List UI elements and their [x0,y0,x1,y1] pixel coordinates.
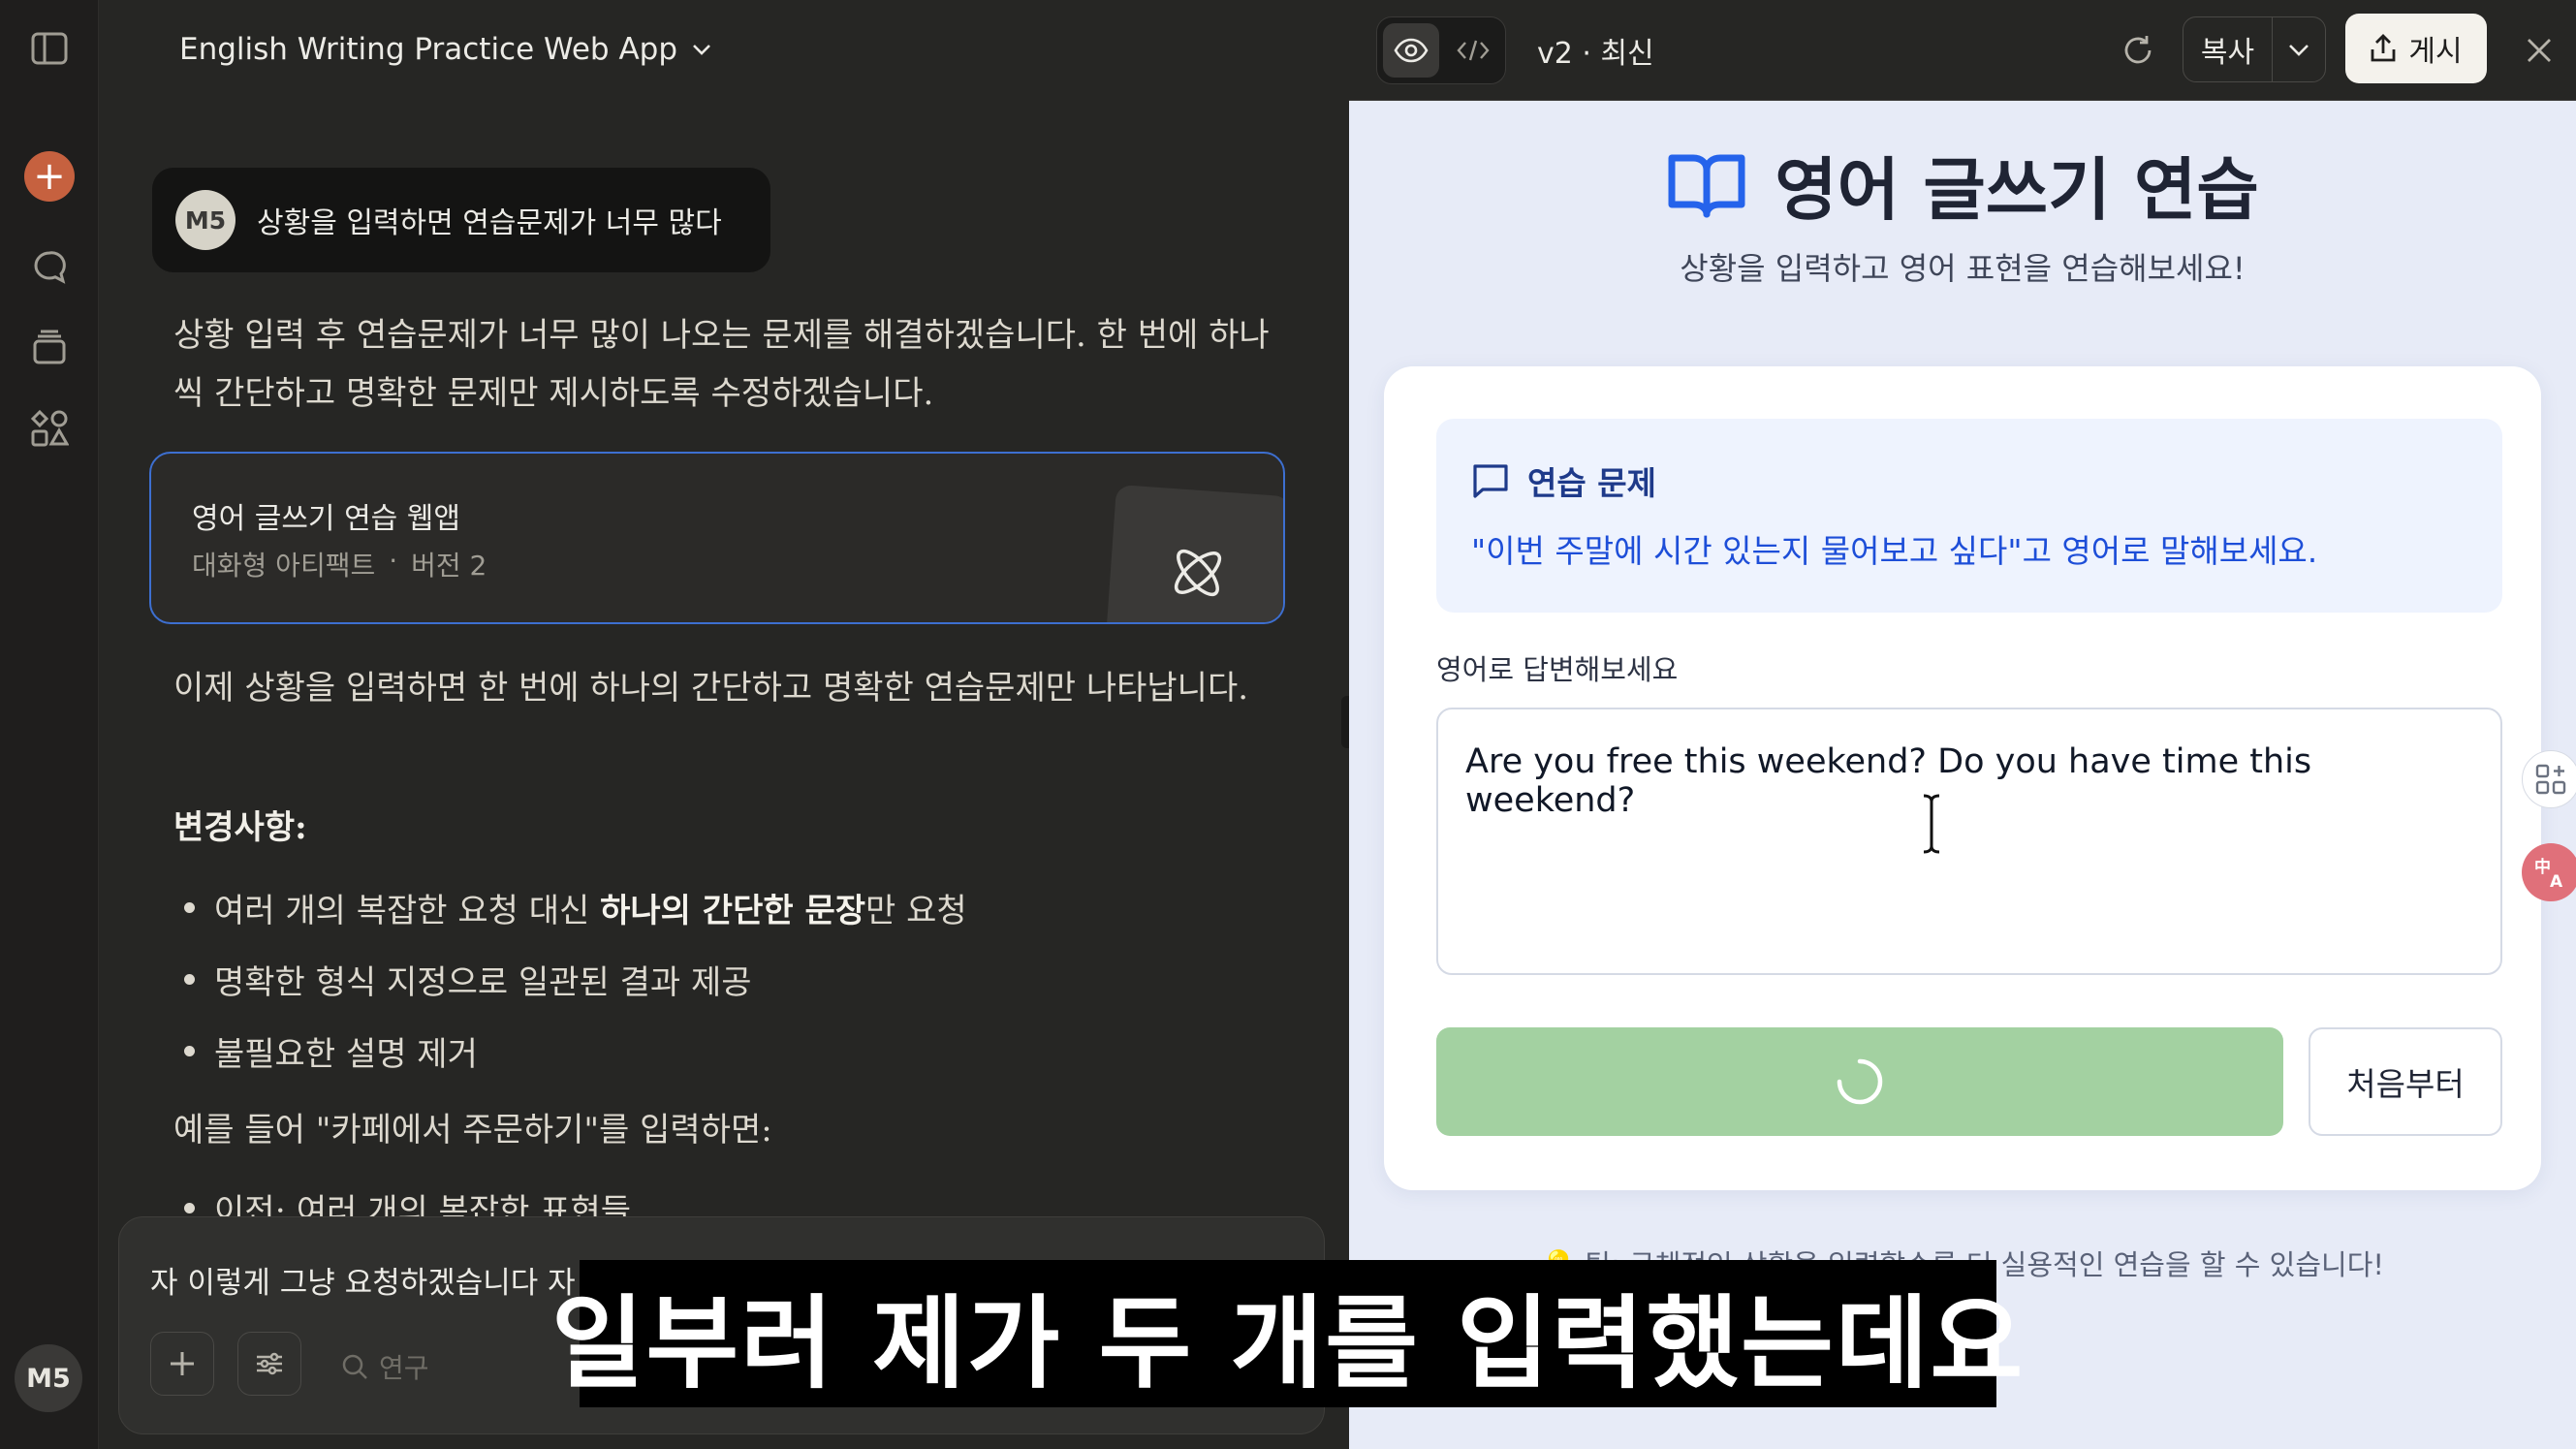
artifact-toolbar: v2 · 최신 복사 게시 [1349,0,2576,101]
sliders-icon [257,1352,282,1375]
translate-widget-button[interactable]: 中A [2522,843,2576,901]
svg-text:A: A [2550,872,2563,892]
code-mode-button[interactable] [1445,23,1501,78]
research-toggle[interactable]: 연구 [340,1347,429,1386]
refresh-icon [2124,36,2152,64]
chats-search-icon[interactable] [24,242,75,293]
app-subtitle: 상황을 입력하고 영어 표현을 연습해보세요! [1680,250,2246,287]
answer-label: 영어로 답변해보세요 [1436,653,1679,686]
translate-icon: 中A [2534,857,2563,892]
preview-mode-button[interactable] [1383,23,1439,78]
artifact-preview: 영어 글쓰기 연습 상황을 입력하고 영어 표현을 연습해보세요! 연습 문제 … [1349,101,2576,1449]
publish-label: 게시 [2408,35,2463,69]
code-icon [1457,40,1490,61]
conversation-title[interactable]: English Writing Practice Web App [179,29,712,70]
bullet-text-pre: 여러 개의 복잡한 요청 대신 [214,892,601,930]
list-item: 불필요한 설명 제거 [184,1027,478,1075]
atom-icon [1174,549,1222,597]
copy-dropdown-button[interactable] [2273,17,2325,81]
prompt-text: "이번 주말에 시간 있는지 물어보고 싶다"고 영어로 말해보세요. [1471,532,2318,570]
artifact-type: 대화형 아티팩트 [192,550,376,582]
open-book-icon [1668,154,1745,217]
artifact-separator: · [389,545,398,577]
changes-heading: 변경사항: [173,808,307,847]
artifact-card[interactable]: 영어 글쓰기 연습 웹앱 대화형 아티팩트 · 버전 2 [149,452,1285,624]
eye-icon [1394,38,1429,63]
bullet-dot [184,1203,195,1213]
bullet-text: 여러 개의 복잡한 요청 대신 하나의 간단한 문장만 요청 [214,884,967,931]
assistant-reply-intro: 상황 입력 후 연습문제가 너무 많이 나오는 문제를 해결하겠습니다. 한 번… [173,316,1270,413]
artifact-thumbnail [1105,484,1283,622]
new-chat-plus-icon[interactable]: + [24,151,75,202]
bullet-text: 명확한 형식 지정으로 일관된 결과 제공 [214,963,752,1002]
prompt-heading-text: 연습 문제 [1527,464,1656,502]
copy-button[interactable]: 복사 [2183,17,2273,81]
bullet-dot [184,974,195,985]
view-mode-toggle [1376,16,1506,84]
copy-button-group: 복사 [2183,16,2326,82]
bullet-text-strong: 하나의 간단한 문장 [600,892,866,930]
app-title-text: 영어 글쓰기 연습 [1775,150,2259,230]
prompt-heading: 연습 문제 [1471,457,1656,504]
bullet-text: 불필요한 설명 제거 [214,1035,478,1074]
close-panel-button[interactable] [2512,23,2566,78]
user-message: M5 상황을 입력하면 연습문제가 너무 많다 [152,168,770,272]
chevron-down-icon [693,45,710,55]
example-line: 예를 들어 "카페에서 주문하기"를 입력하면: [173,1111,772,1150]
close-icon [2528,39,2551,62]
add-widget-button[interactable] [2522,750,2576,808]
answer-textarea[interactable]: Are you free this weekend? Do you have t… [1436,708,2502,975]
user-avatar: M5 [175,190,236,250]
artifacts-icon[interactable] [24,403,75,454]
share-upload-icon [2371,34,2396,62]
bullet-dot [184,902,195,913]
conversation-title-text: English Writing Practice Web App [179,32,678,67]
restart-button[interactable]: 처음부터 [2309,1027,2502,1136]
video-subtitle-caption: 일부러 제가 두 개를 입력했는데요 [551,1260,2023,1407]
plus-icon [171,1352,194,1375]
icon-rail: + M5 [0,0,99,1449]
composer-input[interactable]: 자 이렇게 그냥 요청하겠습니다 자 [150,1258,576,1302]
chevron-down-icon [2289,45,2309,56]
list-item: 여러 개의 복잡한 요청 대신 하나의 간단한 문장만 요청 [184,884,967,931]
version-label[interactable]: v2 · 최신 [1537,29,1654,72]
tools-settings-button[interactable] [237,1332,301,1396]
svg-text:中: 中 [2534,857,2551,877]
artifact-meta: 대화형 아티팩트 · 버전 2 [192,545,487,583]
research-search-icon [342,1354,367,1379]
practice-prompt-box: 연습 문제 "이번 주말에 시간 있는지 물어보고 싶다"고 영어로 말해보세요… [1436,419,2502,613]
sidebar-toggle-icon[interactable] [24,23,75,74]
text-cursor-icon [1923,794,1940,854]
refresh-button[interactable] [2111,23,2165,78]
practice-card: 연습 문제 "이번 주말에 시간 있는지 물어보고 싶다"고 영어로 말해보세요… [1384,366,2541,1190]
list-item: 명확한 형식 지정으로 일관된 결과 제공 [184,956,752,1003]
loading-spinner-icon [1837,1058,1883,1105]
artifact-title: 영어 글쓰기 연습 웹앱 [192,502,461,536]
app-title: 영어 글쓰기 연습 [1349,136,2576,234]
artifact-version: 버전 2 [411,550,487,582]
bullet-text-post: 만 요청 [865,892,967,930]
projects-icon[interactable] [24,322,75,372]
research-label: 연구 [379,1352,429,1384]
account-avatar[interactable]: M5 [15,1344,82,1412]
publish-button[interactable]: 게시 [2345,14,2487,83]
message-square-icon [1473,464,1508,498]
user-message-text: 상황을 입력하면 연습문제가 너무 많다 [257,206,722,240]
attach-plus-button[interactable] [150,1332,214,1396]
submit-button-loading[interactable] [1436,1027,2283,1136]
assistant-reply-summary: 이제 상황을 입력하면 한 번에 하나의 간단하고 명확한 연습문제만 나타납니… [173,669,1249,708]
bullet-dot [184,1046,195,1056]
chat-column: English Writing Practice Web App M5 상황을 … [99,0,1349,1449]
grid-plus-icon [2535,764,2566,795]
